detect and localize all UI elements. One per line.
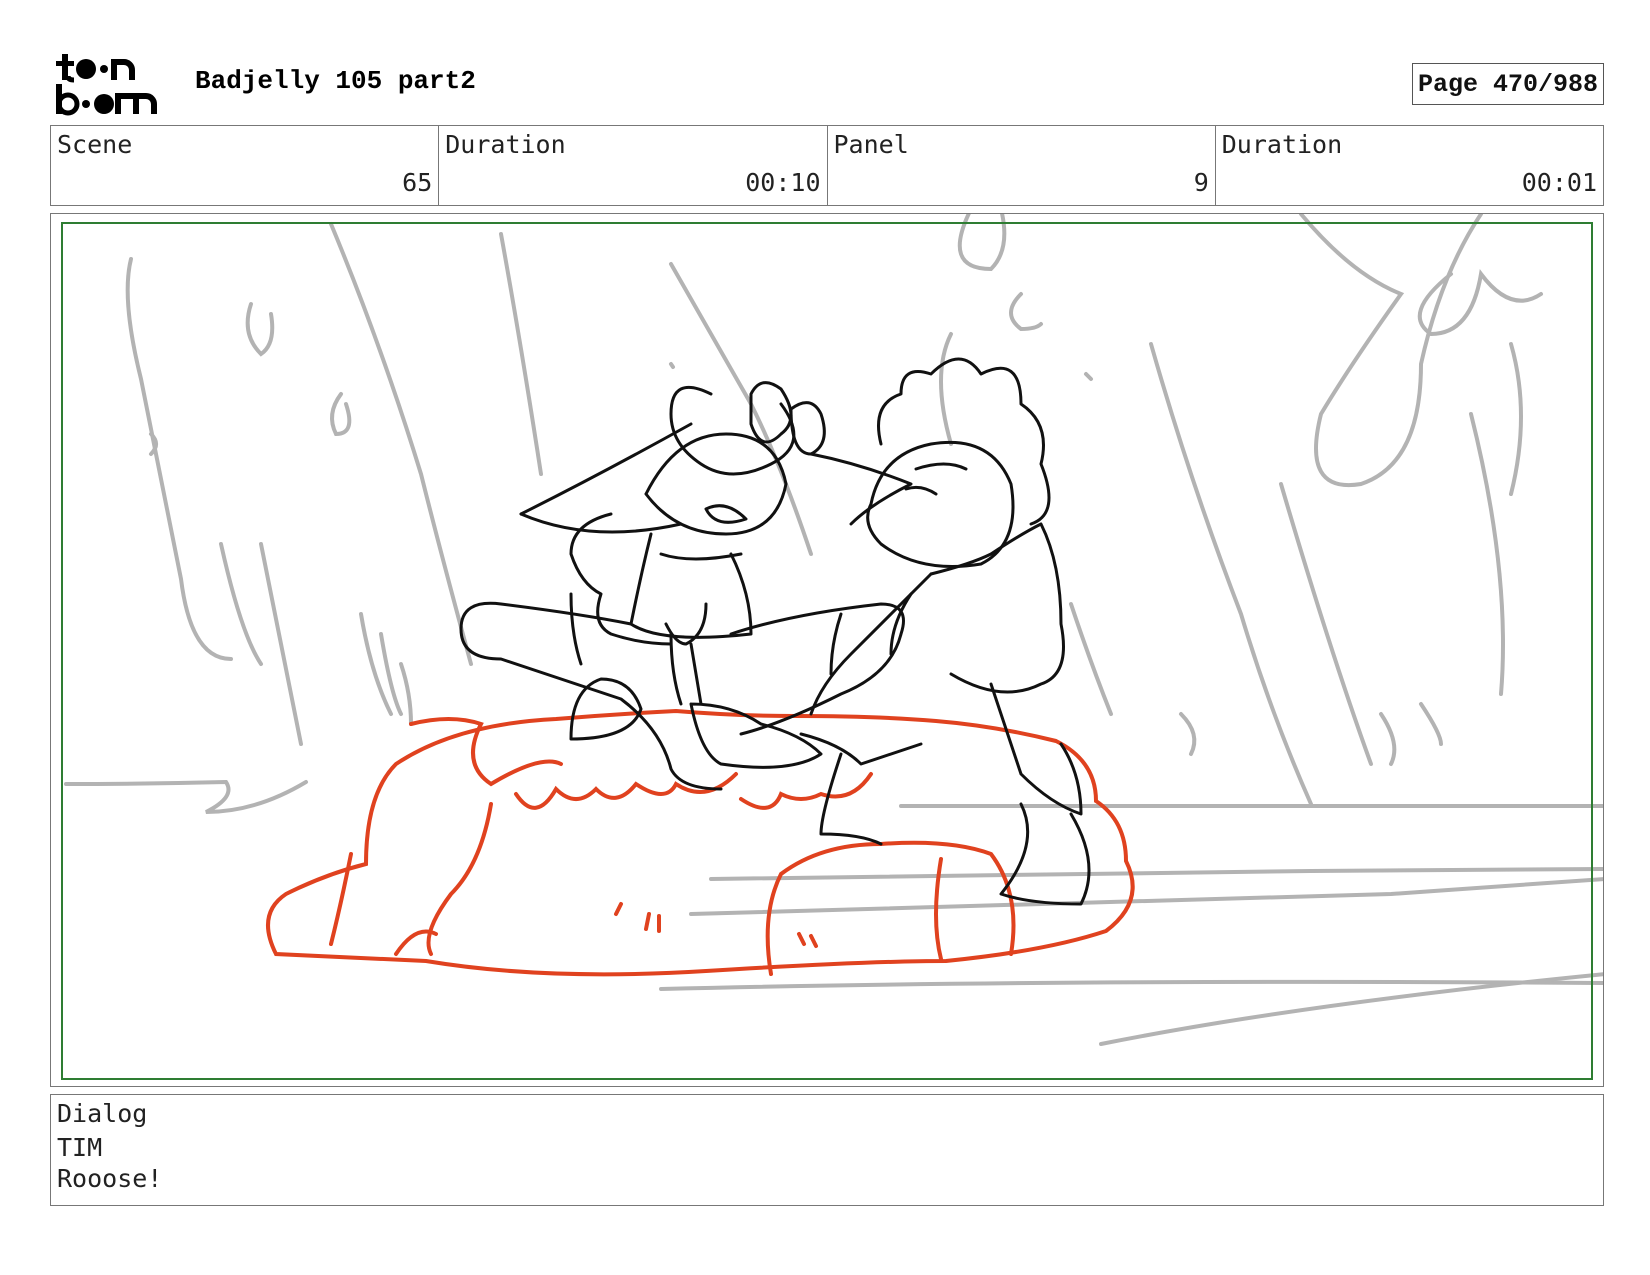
dialog-line: Rooose!	[57, 1164, 163, 1193]
panel-duration-label: Duration	[1221, 130, 1343, 159]
panel-duration-value: 00:01	[1521, 168, 1597, 197]
toon-boom-logo	[52, 52, 172, 116]
storyboard-panel	[50, 213, 1604, 1087]
panel-value: 9	[1193, 168, 1209, 197]
safe-area-frame	[61, 222, 1593, 1080]
dialog-character: TIM	[57, 1133, 103, 1162]
scene-duration-cell: Duration 00:10	[439, 126, 828, 205]
dialog-label: Dialog	[57, 1099, 148, 1128]
panel-label: Panel	[833, 130, 909, 159]
panel-duration-cell: Duration 00:01	[1216, 126, 1603, 205]
scene-duration-label: Duration	[445, 130, 566, 159]
scene-label: Scene	[57, 130, 133, 159]
scene-duration-value: 00:10	[745, 168, 821, 197]
info-row: Scene 65 Duration 00:10 Panel 9 Duration…	[50, 125, 1604, 206]
toon-boom-logo-icon	[56, 54, 157, 116]
panel-cell: Panel 9	[828, 126, 1216, 205]
dialog-box: Dialog TIM Rooose!	[50, 1094, 1604, 1206]
scene-value: 65	[402, 168, 433, 197]
scene-cell: Scene 65	[51, 126, 440, 205]
page-counter: Page 470/988	[1412, 63, 1604, 105]
document-title: Badjelly 105 part2	[195, 66, 476, 96]
